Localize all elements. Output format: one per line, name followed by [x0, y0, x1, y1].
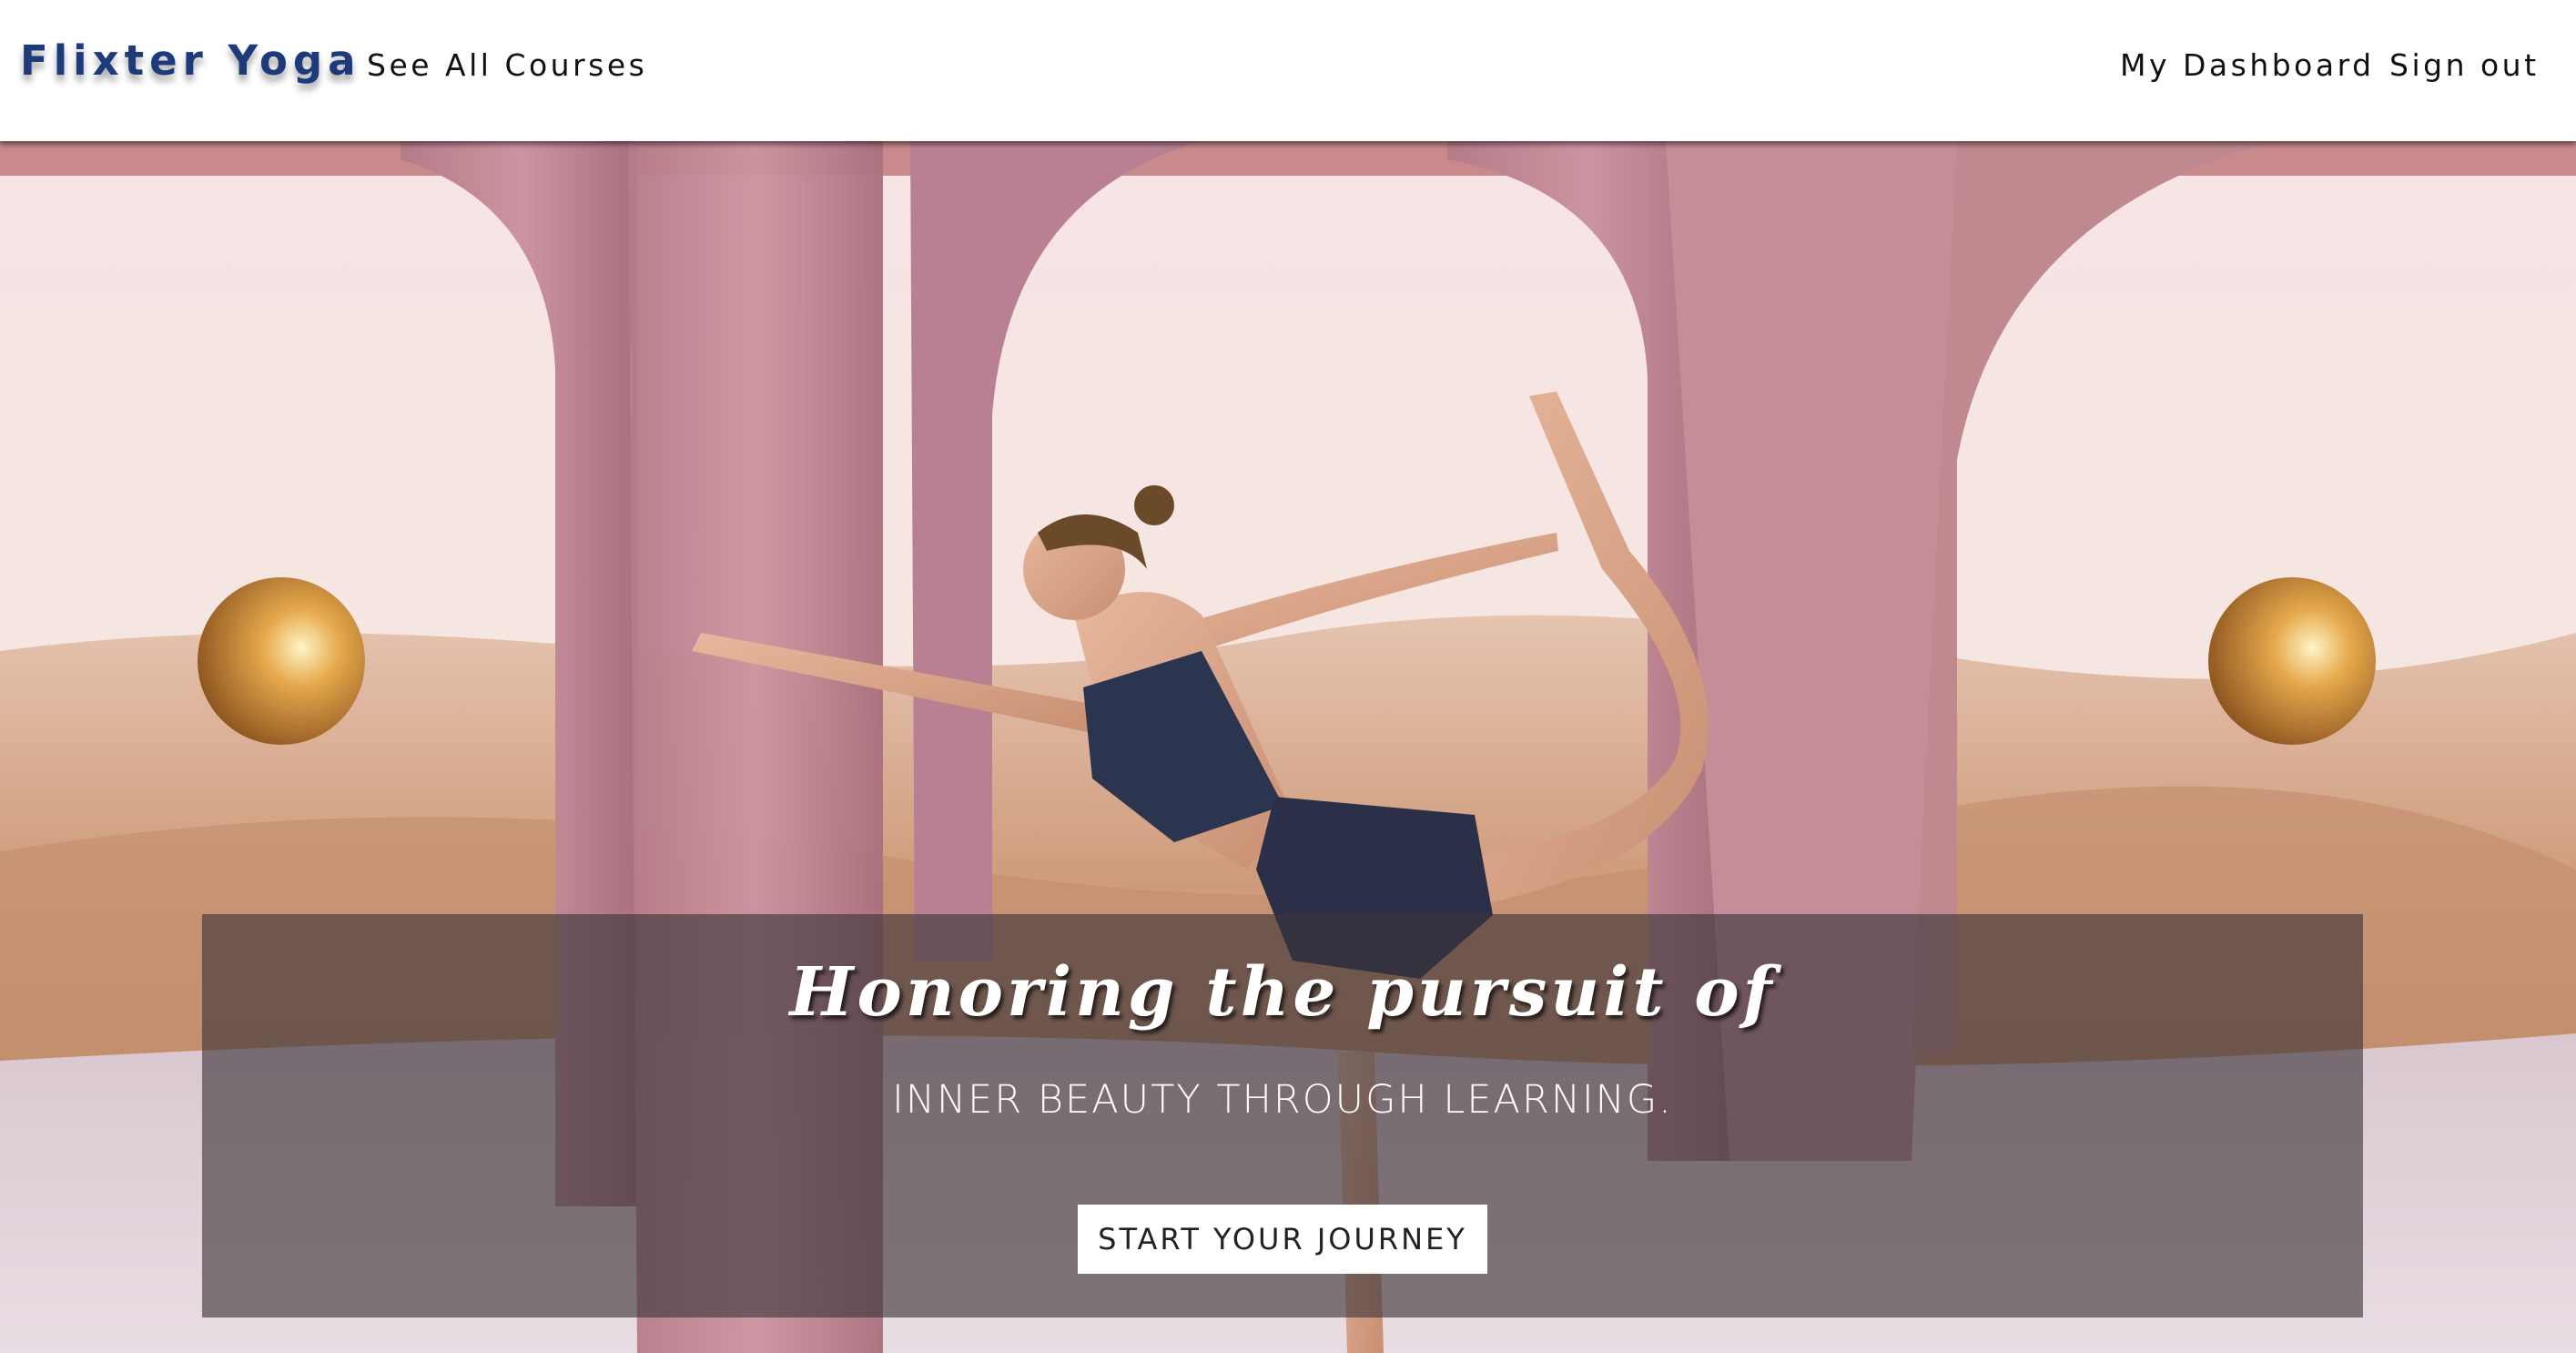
top-navbar: Flixter Yoga See All Courses My Dashboar…: [0, 0, 2576, 141]
hero-subtitle: INNER BEAUTY THROUGH LEARNING.: [892, 1077, 1673, 1123]
brand-logo-link[interactable]: Flixter Yoga: [20, 36, 360, 85]
start-your-journey-button[interactable]: START YOUR JOURNEY: [1078, 1205, 1487, 1274]
hero-title: Honoring the pursuit of: [789, 953, 1776, 1032]
sign-out-link[interactable]: Sign out: [2389, 47, 2540, 83]
my-dashboard-link[interactable]: My Dashboard: [2120, 47, 2375, 83]
see-all-courses-link[interactable]: See All Courses: [367, 47, 647, 83]
